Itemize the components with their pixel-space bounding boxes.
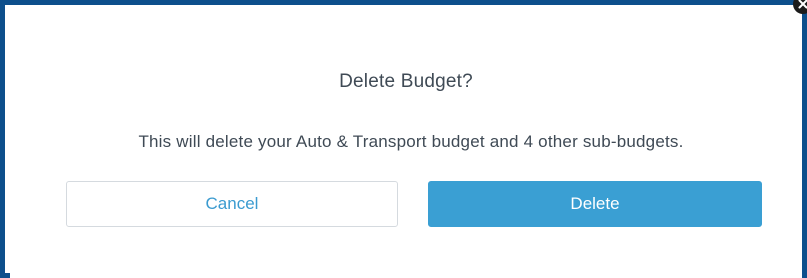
- delete-button[interactable]: Delete: [428, 181, 762, 227]
- delete-budget-dialog: Delete Budget? This will delete your Aut…: [10, 10, 802, 278]
- close-icon: [798, 0, 807, 9]
- dialog-message: This will delete your Auto & Transport b…: [138, 132, 684, 151]
- modal-frame: Delete Budget? This will delete your Aut…: [0, 0, 807, 278]
- cancel-button[interactable]: Cancel: [66, 181, 398, 227]
- dialog-title: Delete Budget?: [339, 71, 473, 92]
